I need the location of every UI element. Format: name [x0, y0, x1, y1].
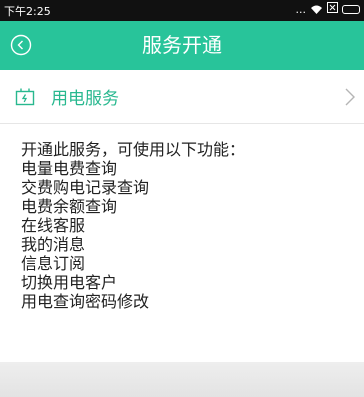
- feature-item: 在线客服: [21, 216, 86, 235]
- service-label: 用电服务: [51, 89, 119, 109]
- status-time: 下午2:25: [4, 5, 51, 18]
- feature-items: 电量电费查询 交费购电记录查询 电费余额查询 在线客服 我的消息 信息订阅 切换…: [21, 159, 351, 311]
- bottom-action-area: [0, 362, 364, 397]
- feature-item: 电费余额查询: [21, 197, 118, 216]
- service-row-electricity[interactable]: 用电服务: [0, 70, 364, 124]
- app-header: 服务开通: [0, 21, 364, 70]
- feature-item: 切换用电客户: [21, 273, 118, 292]
- back-circle-icon: [10, 34, 32, 56]
- feature-item: 交费购电记录查询: [21, 178, 150, 197]
- battery-icon: [342, 4, 360, 14]
- sim-icon: [327, 2, 338, 16]
- page-title: 服务开通: [142, 33, 222, 57]
- feature-item: 我的消息: [21, 235, 86, 254]
- back-button[interactable]: [10, 34, 32, 56]
- wifi-icon: [310, 4, 323, 15]
- feature-item: 电量电费查询: [21, 159, 118, 178]
- feature-list: 开通此服务，可使用以下功能： 电量电费查询 交费购电记录查询 电费余额查询 在线…: [21, 140, 351, 311]
- status-bar: 下午2:25 ...: [0, 0, 364, 21]
- status-icons: ...: [295, 2, 360, 16]
- feature-item: 信息订阅: [21, 254, 86, 273]
- power-plug-icon: [15, 87, 35, 107]
- feature-item: 用电查询密码修改: [21, 292, 150, 311]
- feature-intro: 开通此服务，可使用以下功能：: [21, 140, 246, 159]
- chevron-right-icon: [344, 86, 356, 108]
- more-dots-icon: ...: [295, 2, 307, 16]
